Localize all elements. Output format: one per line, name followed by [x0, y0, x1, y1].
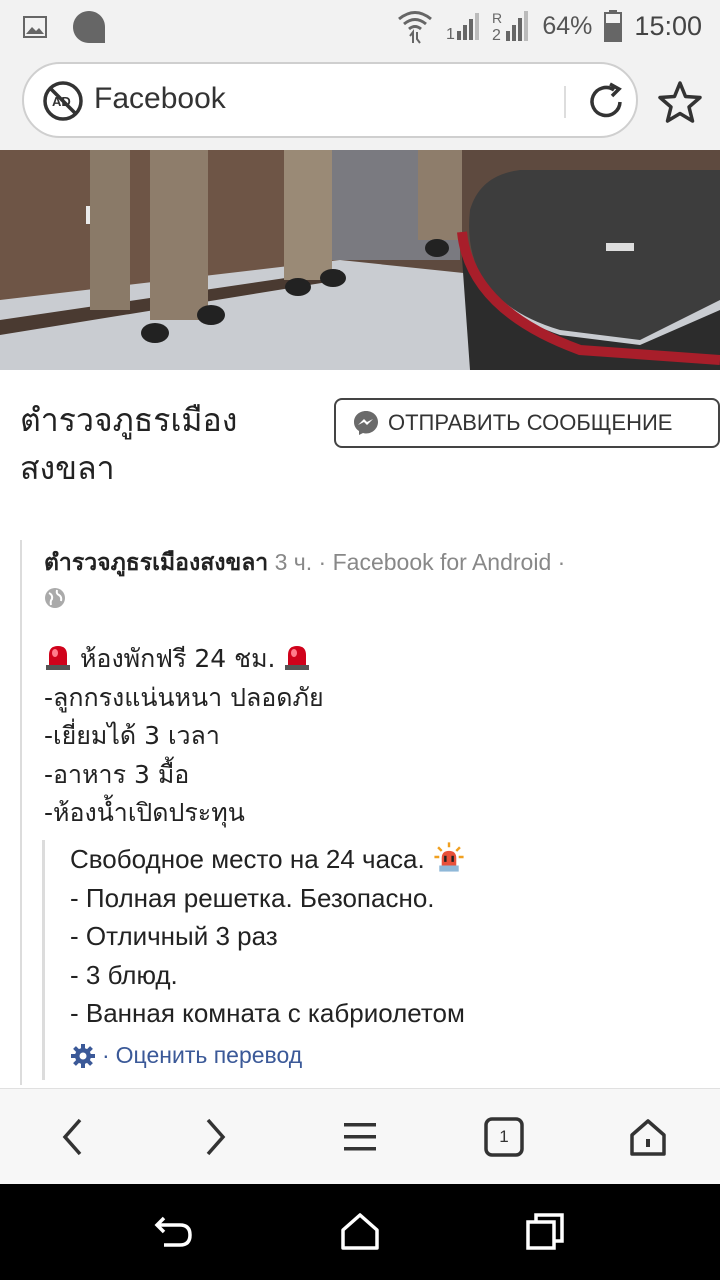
reload-icon[interactable] — [584, 80, 628, 124]
post-line-3: -เยี่ยมได้ 3 เวลา — [44, 721, 220, 750]
clock: 15:00 — [634, 10, 702, 41]
translation-line-1: Свободное место на 24 часа. — [70, 840, 690, 879]
star-icon[interactable] — [656, 78, 704, 126]
battery-percent: 64% — [542, 11, 593, 40]
siren-icon — [46, 646, 70, 670]
post-author[interactable]: ตำรวจภูธรเมืองสงขลา — [44, 549, 268, 575]
address-field[interactable]: AD Facebook — [22, 62, 638, 138]
rate-translation-link[interactable]: Оценить перевод — [116, 1042, 303, 1069]
status-right-icons: 1 R 2 64% 15:00 — [396, 6, 702, 46]
home-button[interactable] — [622, 1111, 674, 1163]
chat-bubble-icon — [73, 11, 105, 43]
translation-text: Свободное место на 24 часа. - Полная реш… — [70, 840, 690, 1033]
battery-icon — [604, 10, 623, 42]
messenger-icon — [354, 411, 378, 435]
browser-url-bar: AD Facebook — [0, 52, 720, 150]
page-title-line-1: ตำรวจภูธรเมือง — [20, 401, 238, 439]
signal-roaming-icon: R 2 — [492, 10, 529, 43]
svg-text:1: 1 — [446, 26, 455, 41]
wifi-icon — [398, 11, 433, 44]
status-bar: 1 R 2 64% 15:00 — [0, 0, 720, 52]
translation-left-border — [42, 840, 45, 1080]
siren-icon — [285, 646, 310, 670]
system-home-icon[interactable] — [338, 1210, 382, 1254]
send-message-label: ОТПРАВИТЬ СООБЩЕНИЕ — [388, 410, 673, 435]
translation-line-1-text: Свободное место на 24 часа. — [70, 844, 425, 874]
status-left-icons — [22, 10, 106, 44]
post-meta: 3 ч. · Facebook for Android · — [268, 549, 566, 575]
address-divider — [564, 86, 566, 118]
system-back-icon[interactable] — [152, 1210, 196, 1254]
tabs-button[interactable]: 1 — [478, 1111, 530, 1163]
post-line-5: -ห้องน้ำเปิดประทุน — [44, 798, 245, 827]
home-icon — [630, 1119, 666, 1156]
rotating-light-icon — [434, 842, 464, 872]
post-line-1-text: ห้องพักฟรี 24 ชม. — [79, 644, 276, 673]
back-icon — [62, 1118, 82, 1156]
gear-icon[interactable] — [70, 1043, 96, 1069]
send-message-button[interactable]: ОТПРАВИТЬ СООБЩЕНИЕ — [334, 398, 720, 448]
menu-button[interactable] — [334, 1111, 386, 1163]
forward-icon — [206, 1118, 226, 1156]
system-recents-icon[interactable] — [524, 1210, 568, 1254]
tab-count: 1 — [499, 1127, 509, 1146]
svg-text:R: R — [492, 10, 502, 26]
svg-text:AD: AD — [52, 94, 71, 109]
page-title: ตำรวจภูธรเมือง สงขลา — [20, 396, 320, 492]
globe-icon — [45, 588, 65, 608]
post-header: ตำรวจภูธรเมืองสงขลา 3 ч. · Facebook for … — [44, 545, 684, 579]
translation-line-3: - Отличный 3 раз — [70, 921, 278, 951]
browser-toolbar: 1 — [0, 1088, 720, 1184]
post-line-2: -ลูกกรงแน่นหนา ปลอดภัย — [44, 682, 324, 712]
translation-line-4: - 3 блюд. — [70, 959, 178, 990]
rate-translation: · Оценить перевод — [70, 1042, 302, 1069]
back-button[interactable] — [46, 1111, 98, 1163]
post-line-1: ห้องพักฟรี 24 ชม. — [44, 640, 684, 679]
signal-icon: 1 — [446, 13, 480, 41]
translation-line-5: - Ванная комната с кабриолетом — [70, 998, 465, 1028]
rate-separator: · — [102, 1042, 110, 1068]
svg-text:2: 2 — [492, 27, 501, 43]
adblock-icon[interactable]: AD — [42, 80, 84, 122]
cover-photo-image — [0, 150, 720, 370]
cover-photo[interactable] — [0, 150, 720, 370]
forward-button[interactable] — [190, 1111, 242, 1163]
android-nav-bar — [0, 1184, 720, 1280]
post-line-4: -อาหาร 3 มื้อ — [44, 759, 190, 789]
image-icon — [23, 16, 47, 38]
translation-line-2: - Полная решетка. Безопасно. — [70, 882, 435, 913]
address-text: Facebook — [94, 82, 226, 115]
page-title-line-2: สงขลา — [20, 449, 115, 487]
post-left-border — [20, 540, 22, 1085]
menu-icon — [344, 1123, 376, 1151]
post-text: ห้องพักฟรี 24 ชม. -ลูกกรงแน่นหนา ปลอดภัย… — [44, 640, 684, 833]
